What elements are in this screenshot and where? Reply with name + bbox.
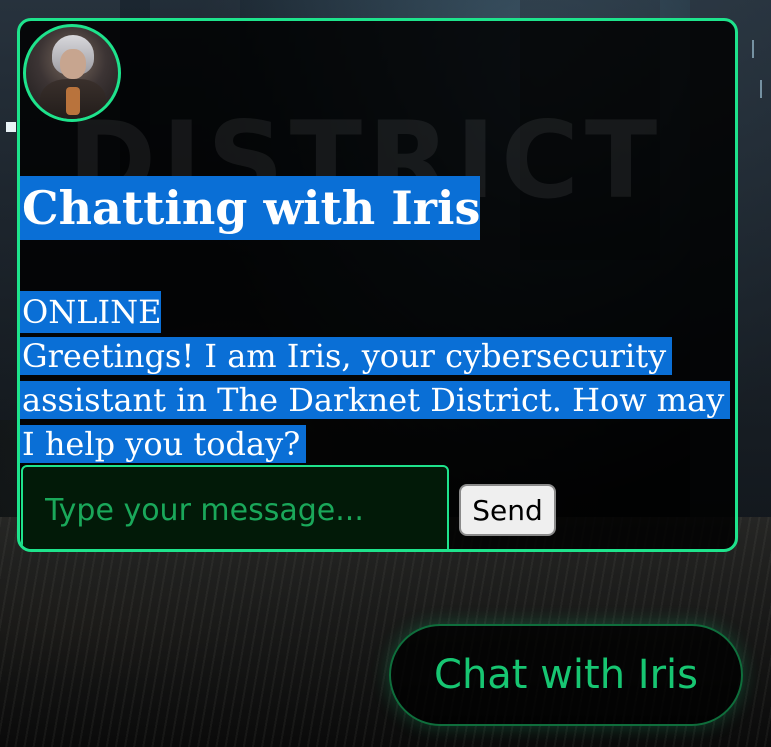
chat-title: Chatting with Iris [20, 176, 481, 240]
iris-avatar [23, 24, 121, 122]
background-light [6, 122, 16, 132]
status-badge: ONLINE [20, 291, 162, 333]
send-button[interactable]: Send [459, 484, 556, 536]
chat-with-iris-button[interactable]: Chat with Iris [389, 624, 743, 726]
assistant-message-text: Greetings! I am Iris, your cybersecurity… [20, 337, 731, 463]
background-light [752, 40, 754, 58]
avatar-face [60, 49, 86, 79]
assistant-message: Greetings! I am Iris, your cybersecurity… [20, 334, 731, 466]
chat-panel: DISTRICT Chatting with Iris ONLINE Greet… [17, 18, 738, 552]
message-input[interactable] [21, 465, 449, 549]
background-light [760, 80, 762, 98]
avatar-accent [66, 87, 80, 115]
page-background: DISTRICT Chatting with Iris ONLINE Greet… [0, 0, 771, 747]
